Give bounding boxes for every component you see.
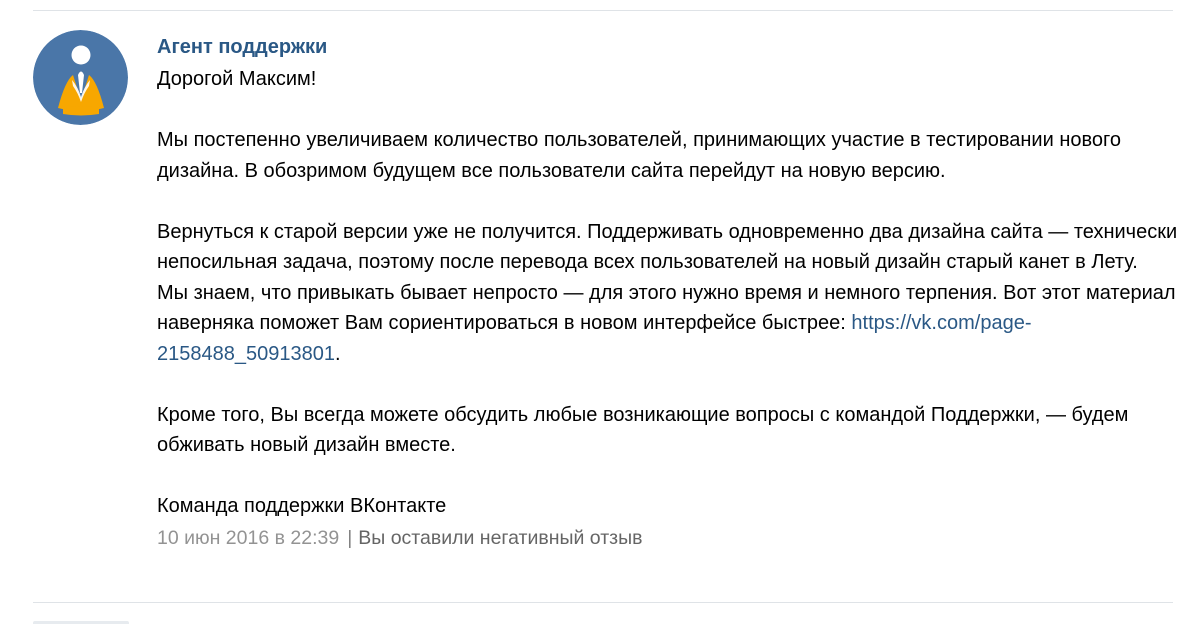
negative-review-status: Вы оставили негативный отзыв	[358, 526, 643, 549]
message-paragraph-2-line-1: Вернуться к старой версии уже не получит…	[157, 220, 1178, 274]
link-period: .	[334, 342, 341, 365]
top-divider	[33, 10, 1173, 11]
signature-text: Команда поддержки ВКонтакте	[157, 495, 447, 517]
message-content: Агент поддержки Дорогой Максим! Мы посте…	[157, 32, 1187, 551]
support-agent-meditating-icon	[33, 30, 128, 125]
message-body: Дорогой Максим! Мы постепенно увеличивае…	[157, 64, 1187, 522]
message-meta: 10 июн 2016 в 22:39 | Вы оставили негативн…	[157, 525, 1187, 551]
greeting-text: Дорогой Максим!	[157, 68, 317, 90]
message-paragraph-1: Мы постепенно увеличиваем количество пол…	[157, 129, 1121, 182]
message-paragraph-2-line-2: Мы знаем, что привыкать бывает непросто …	[157, 278, 1187, 370]
support-agent-avatar[interactable]	[33, 30, 128, 125]
author-name-link[interactable]: Агент поддержки	[157, 34, 327, 60]
message-paragraph-3: Кроме того, Вы всегда можете обсудить лю…	[157, 403, 1129, 457]
message-date[interactable]: 10 июн 2016 в 22:39	[157, 527, 339, 549]
meta-separator: |	[347, 526, 353, 549]
bottom-divider	[33, 602, 1173, 603]
support-ticket-page: Агент поддержки Дорогой Максим! Мы посте…	[0, 0, 1200, 624]
